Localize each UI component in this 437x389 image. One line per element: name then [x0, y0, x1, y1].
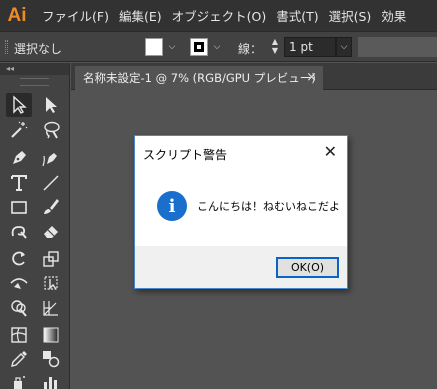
dialog-body: i こんにちは！ねむいねこだよ	[135, 172, 347, 246]
document-tab-title: 名称未設定-1 @ 7% (RGB/GPU プレビュー)	[83, 71, 316, 85]
stroke-label: 線：	[238, 42, 263, 56]
direct-selection-tool-icon[interactable]	[38, 93, 64, 117]
type-tool-icon[interactable]	[6, 171, 32, 195]
menu-edit[interactable]: 編集(E)	[119, 6, 162, 25]
shape-builder-tool-icon[interactable]	[6, 296, 32, 320]
selection-status-label: 選択なし	[14, 42, 63, 56]
lasso-tool-icon[interactable]	[38, 118, 64, 142]
menu-effect[interactable]: 効果	[381, 6, 406, 25]
control-bar: 選択なし ⌵ ⌵ 線： ▲ ▼ 1 pt ⌵	[0, 31, 437, 62]
control-bar-field	[358, 37, 437, 57]
fill-dropdown-arrow-icon[interactable]: ⌵	[165, 38, 179, 56]
control-bar-grip[interactable]	[5, 40, 8, 54]
menu-type[interactable]: 書式(T)	[276, 6, 318, 25]
eyedropper-tool-icon[interactable]	[6, 347, 32, 371]
column-graph-tool-icon[interactable]	[38, 371, 64, 389]
panel-collapse-icon[interactable]: ◂◂	[0, 63, 69, 75]
perspective-grid-tool-icon[interactable]	[38, 296, 64, 320]
tab-close-icon[interactable]: ×	[306, 70, 317, 85]
menu-object[interactable]: オブジェクト(O)	[172, 6, 267, 25]
menu-file[interactable]: ファイル(F)	[42, 6, 109, 25]
stroke-dropdown-arrow-icon[interactable]: ⌵	[210, 38, 224, 56]
tools-panel: ◂◂	[0, 63, 70, 389]
shaper-tool-icon[interactable]	[6, 219, 32, 243]
fill-color-swatch[interactable]	[145, 38, 163, 56]
stroke-weight-stepper-icon[interactable]: ▲ ▼	[268, 37, 282, 57]
pen-tool-icon[interactable]	[6, 146, 32, 170]
dialog-footer: OK(O)	[135, 246, 347, 288]
blend-tool-icon[interactable]	[38, 347, 64, 371]
curvature-tool-icon[interactable]	[38, 146, 64, 170]
dialog-close-icon[interactable]: ✕	[324, 142, 337, 161]
dialog-message: こんにちは！ねむいねこだよ	[197, 200, 340, 213]
scale-tool-icon[interactable]	[38, 247, 64, 271]
dialog-title: スクリプト警告	[143, 148, 228, 162]
magic-wand-tool-icon[interactable]	[6, 118, 32, 142]
stroke-color-swatch[interactable]	[190, 38, 208, 56]
stroke-weight-dropdown-icon[interactable]: ⌵	[336, 37, 352, 57]
script-alert-dialog: スクリプト警告 ✕ i こんにちは！ねむいねこだよ OK(O)	[134, 135, 348, 289]
eraser-tool-icon[interactable]	[38, 219, 64, 243]
symbol-sprayer-tool-icon[interactable]	[6, 371, 32, 389]
width-tool-icon[interactable]	[6, 271, 32, 295]
menu-bar: Ai ファイル(F) 編集(E) オブジェクト(O) 書式(T) 選択(S) 効…	[0, 0, 437, 31]
document-tab[interactable]: 名称未設定-1 @ 7% (RGB/GPU プレビュー) ×	[75, 66, 323, 90]
rectangle-tool-icon[interactable]	[6, 195, 32, 219]
stroke-weight-input[interactable]: 1 pt	[284, 37, 336, 57]
gradient-tool-icon[interactable]	[38, 323, 64, 347]
illustrator-logo: Ai	[7, 4, 27, 26]
document-tab-bar: 名称未設定-1 @ 7% (RGB/GPU プレビュー) ×	[71, 63, 437, 90]
selection-tool-icon[interactable]	[6, 93, 32, 117]
info-icon: i	[157, 191, 187, 221]
ok-button[interactable]: OK(O)	[276, 257, 339, 278]
panel-grip[interactable]	[20, 78, 49, 86]
free-transform-tool-icon[interactable]	[38, 271, 64, 295]
menu-select[interactable]: 選択(S)	[329, 6, 372, 25]
mesh-tool-icon[interactable]	[6, 323, 32, 347]
paintbrush-tool-icon[interactable]	[38, 195, 64, 219]
line-segment-tool-icon[interactable]	[38, 171, 64, 195]
rotate-tool-icon[interactable]	[6, 247, 32, 271]
